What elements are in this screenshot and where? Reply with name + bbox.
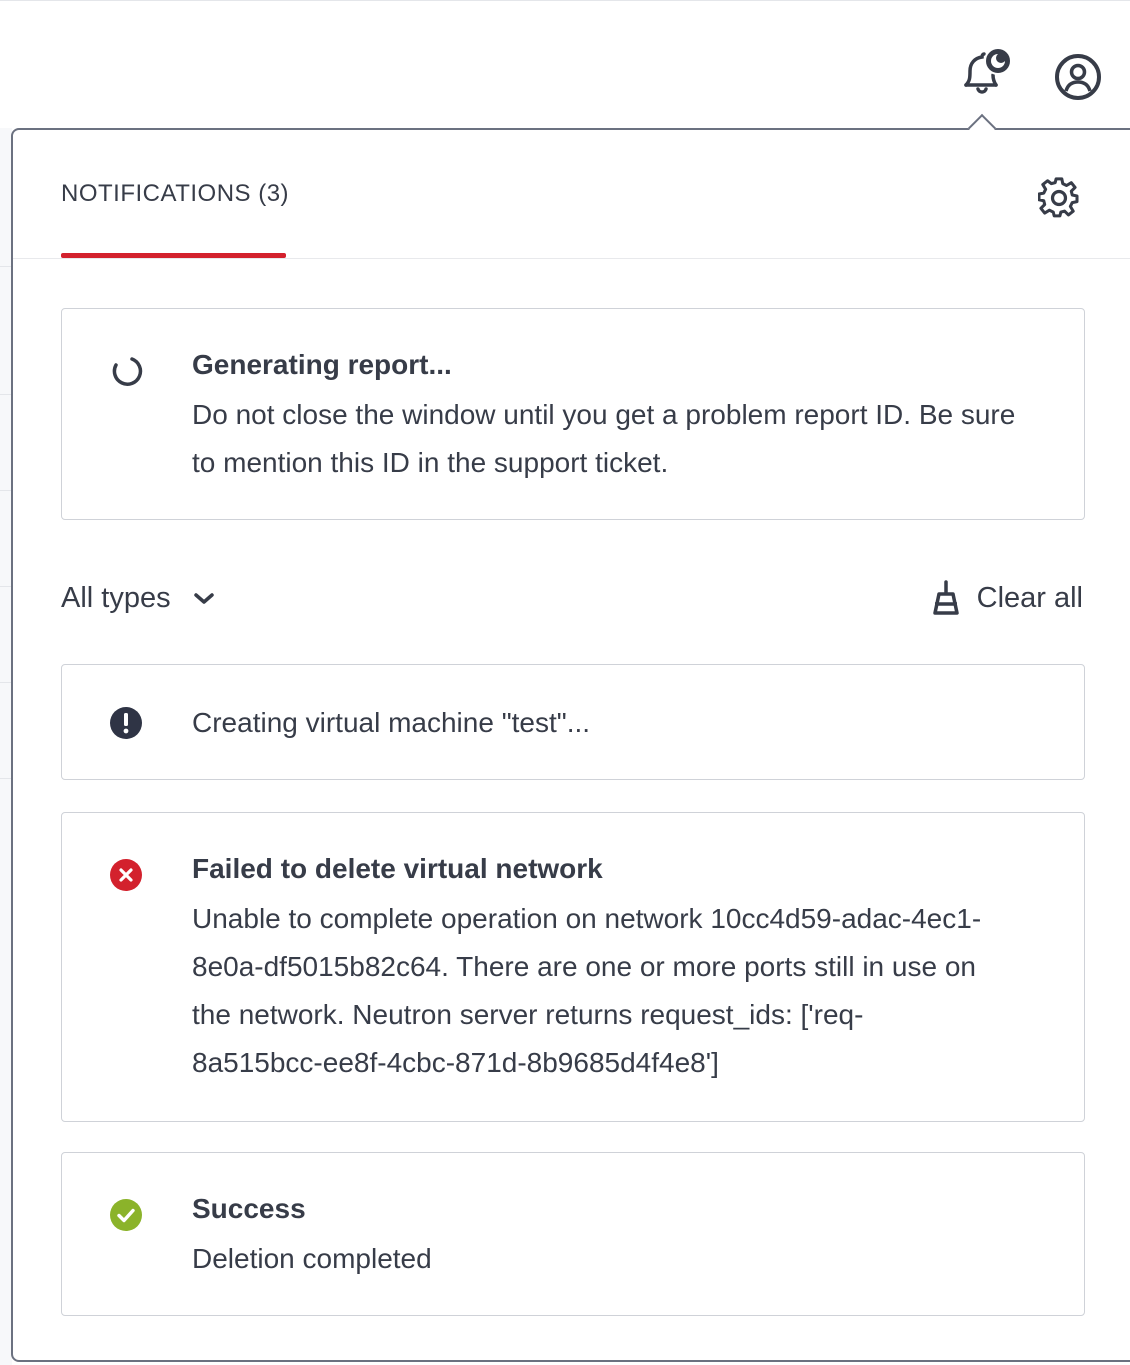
notification-message: Deletion completed: [192, 1243, 432, 1274]
check-icon: [108, 1197, 144, 1233]
exclamation-icon: [108, 705, 144, 741]
error-icon: [108, 857, 144, 893]
report-progress-card: Generating report... Do not close the wi…: [61, 308, 1085, 520]
notifications-panel: NOTIFICATIONS (3) Generating report... D…: [11, 128, 1130, 1362]
broom-icon: [931, 580, 961, 616]
notification-card: Success Deletion completed: [61, 1152, 1085, 1316]
filter-selected-value: All types: [61, 582, 171, 614]
user-menu-button[interactable]: [1050, 49, 1106, 105]
notification-type-filter[interactable]: All types: [61, 582, 215, 615]
report-message: Do not close the window until you get a …: [192, 399, 1016, 478]
spinner-icon: [108, 353, 144, 389]
notification-card: Failed to delete virtual network Unable …: [61, 812, 1085, 1122]
top-bar: [0, 0, 1130, 129]
bell-icon: [964, 47, 1012, 94]
notification-message: Creating virtual machine "test"...: [192, 707, 591, 738]
notification-settings-button[interactable]: [1037, 176, 1081, 220]
notification-title: Success: [192, 1193, 306, 1224]
notification-card: Creating virtual machine "test"...: [61, 664, 1085, 780]
gear-icon: [1038, 177, 1079, 218]
clear-all-label: Clear all: [976, 581, 1083, 614]
notification-title: Failed to delete virtual network: [192, 853, 603, 884]
user-icon: [1055, 54, 1101, 100]
panel-header: NOTIFICATIONS (3): [13, 130, 1130, 259]
report-title: Generating report...: [192, 349, 452, 380]
active-tab-underline: [61, 253, 286, 258]
notification-message: Unable to complete operation on network …: [192, 903, 982, 1078]
clear-all-button[interactable]: Clear all: [931, 580, 1083, 616]
chevron-down-icon: [193, 592, 215, 606]
panel-title[interactable]: NOTIFICATIONS (3): [61, 180, 289, 208]
notifications-button[interactable]: [952, 41, 1016, 105]
